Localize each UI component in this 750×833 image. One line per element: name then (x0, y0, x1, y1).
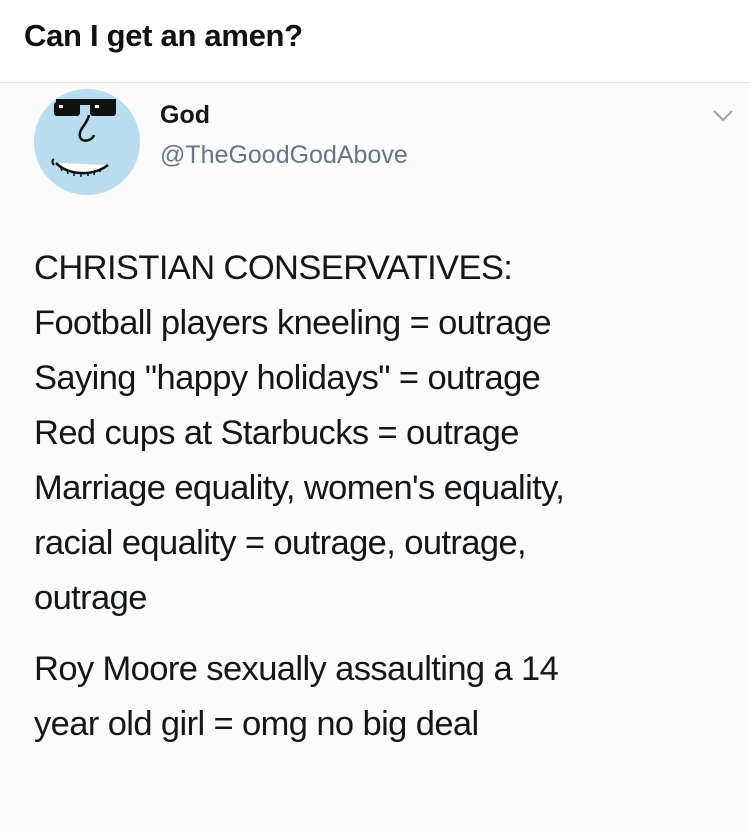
sunglasses-face-avatar-icon (51, 99, 116, 177)
post-header: Can I get an amen? (0, 0, 750, 83)
tweet-line: Saying "happy holidays" = outrage (34, 359, 541, 397)
tweet-text: CHRISTIAN CONSERVATIVES: Football player… (34, 241, 734, 752)
tweet-line: year old girl = omg no big deal (34, 705, 479, 743)
tweet-line: outrage (34, 579, 147, 617)
author-name[interactable]: God (160, 101, 210, 130)
tweet-line: Red cups at Starbucks = outrage (34, 414, 519, 452)
tweet-line: Football players kneeling = outrage (34, 304, 552, 342)
tweet-paragraph: Roy Moore sexually assaulting a 14 year … (34, 642, 734, 752)
post-title: Can I get an amen? (24, 18, 303, 53)
tweet-card: God @TheGoodGodAbove CHRISTIAN CONSERVAT… (0, 83, 750, 833)
tweet-line: Marriage equality, women's equality, (34, 469, 565, 507)
author-handle[interactable]: @TheGoodGodAbove (160, 141, 408, 170)
tweet-paragraph: CHRISTIAN CONSERVATIVES: Football player… (34, 241, 734, 626)
tweet-line: racial equality = outrage, outrage, (34, 524, 527, 562)
tweet-line: CHRISTIAN CONSERVATIVES: (34, 249, 513, 287)
chevron-down-icon[interactable] (712, 109, 734, 123)
avatar[interactable] (34, 89, 140, 195)
tweet-line: Roy Moore sexually assaulting a 14 (34, 650, 559, 688)
